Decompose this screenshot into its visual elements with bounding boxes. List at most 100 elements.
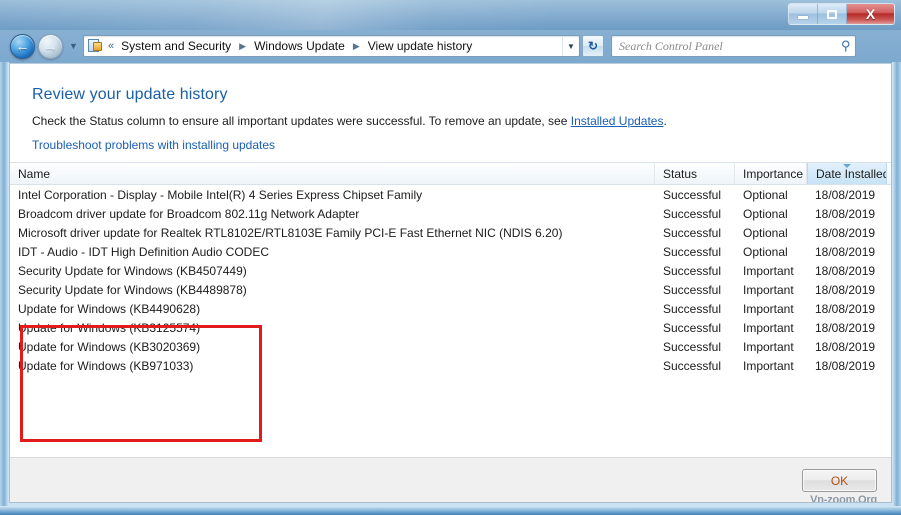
cell-status: Successful bbox=[663, 358, 722, 373]
breadcrumb-system-and-security[interactable]: System and Security bbox=[119, 36, 233, 56]
cell-date: 18/08/2019 bbox=[815, 225, 876, 240]
dialog-footer: OK Vn-zoom.Org bbox=[10, 457, 891, 502]
cell-status: Successful bbox=[663, 187, 722, 202]
page-description-text: Check the Status column to ensure all im… bbox=[32, 114, 571, 128]
breadcrumb-overflow-icon[interactable]: « bbox=[108, 40, 114, 52]
search-icon: ⚲ bbox=[841, 38, 851, 53]
page-header: Review your update history Check the Sta… bbox=[10, 64, 891, 154]
column-header-name-label: Name bbox=[18, 166, 51, 181]
refresh-button[interactable]: ↻ bbox=[582, 35, 604, 57]
close-button[interactable]: X bbox=[847, 4, 894, 24]
client-area: Review your update history Check the Sta… bbox=[9, 63, 892, 503]
table-row[interactable]: Security Update for Windows (KB4489878) S… bbox=[10, 280, 891, 299]
breadcrumb-windows-update[interactable]: Windows Update bbox=[252, 36, 347, 56]
list-rows: Intel Corporation - Display - Mobile Int… bbox=[10, 185, 891, 375]
cell-date: 18/08/2019 bbox=[815, 187, 876, 202]
cell-name: Broadcom driver update for Broadcom 802.… bbox=[18, 206, 360, 221]
cell-name: Microsoft driver update for Realtek RTL8… bbox=[18, 225, 563, 240]
cell-status: Successful bbox=[663, 339, 722, 354]
cell-name: Security Update for Windows (KB4489878) bbox=[18, 282, 247, 297]
cell-name: Security Update for Windows (KB4507449) bbox=[18, 263, 247, 278]
column-header-importance-label: Importance bbox=[743, 166, 804, 181]
table-row[interactable]: Security Update for Windows (KB4507449) S… bbox=[10, 261, 891, 280]
cell-status: Successful bbox=[663, 282, 722, 297]
recent-pages-button[interactable]: ▼ bbox=[68, 36, 79, 56]
table-row[interactable]: Update for Windows (KB4490628) Successful… bbox=[10, 299, 891, 318]
chevron-down-icon: ▼ bbox=[69, 41, 78, 51]
cell-importance: Important bbox=[743, 282, 794, 297]
watermark: Vn-zoom.Org bbox=[810, 494, 877, 503]
cell-status: Successful bbox=[663, 244, 722, 259]
cell-date: 18/08/2019 bbox=[815, 244, 876, 259]
cell-importance: Optional bbox=[743, 206, 788, 221]
control-panel-icon bbox=[87, 38, 105, 54]
minimize-button[interactable] bbox=[789, 4, 818, 24]
cell-name: Intel Corporation - Display - Mobile Int… bbox=[18, 187, 423, 202]
update-history-window: X ← → ▼ « System and Security ▶ Windows … bbox=[0, 0, 901, 515]
cell-date: 18/08/2019 bbox=[815, 358, 876, 373]
table-row[interactable]: Microsoft driver update for Realtek RTL8… bbox=[10, 223, 891, 242]
table-row[interactable]: IDT - Audio - IDT High Definition Audio … bbox=[10, 242, 891, 261]
column-header-date-installed[interactable]: Date Installed bbox=[807, 163, 887, 184]
table-row[interactable]: Update for Windows (KB971033) Successful I… bbox=[10, 356, 891, 375]
address-dropdown-button[interactable]: ▼ bbox=[562, 36, 579, 56]
back-button[interactable]: ← bbox=[10, 33, 35, 59]
cell-status: Successful bbox=[663, 206, 722, 221]
cell-importance: Important bbox=[743, 301, 794, 316]
ok-button[interactable]: OK bbox=[802, 469, 877, 492]
table-row[interactable]: Update for Windows (KB3020369) Successful… bbox=[10, 337, 891, 356]
cell-importance: Important bbox=[743, 320, 794, 335]
cell-importance: Important bbox=[743, 263, 794, 278]
cell-name: Update for Windows (KB3125574) bbox=[18, 320, 201, 335]
back-arrow-icon: ← bbox=[15, 38, 30, 54]
cell-status: Successful bbox=[663, 225, 722, 240]
cell-importance: Optional bbox=[743, 244, 788, 259]
window-right-border bbox=[892, 62, 901, 509]
column-header-status[interactable]: Status bbox=[655, 163, 735, 184]
cell-date: 18/08/2019 bbox=[815, 206, 876, 221]
update-history-list: Name Status Importance Date Installed In… bbox=[10, 162, 891, 457]
cell-date: 18/08/2019 bbox=[815, 263, 876, 278]
cell-status: Successful bbox=[663, 320, 722, 335]
maximize-icon bbox=[827, 9, 837, 19]
breadcrumb-separator-icon-2[interactable]: ▶ bbox=[353, 37, 360, 55]
table-row[interactable]: Update for Windows (KB3125574) Successful… bbox=[10, 318, 891, 337]
cell-status: Successful bbox=[663, 263, 722, 278]
column-header-name[interactable]: Name bbox=[10, 163, 655, 184]
page-title: Review your update history bbox=[32, 86, 228, 103]
page-description: Check the Status column to ensure all im… bbox=[32, 114, 891, 128]
forward-button[interactable]: → bbox=[38, 33, 63, 59]
cell-date: 18/08/2019 bbox=[815, 320, 876, 335]
window-left-border bbox=[0, 62, 9, 509]
cell-date: 18/08/2019 bbox=[815, 301, 876, 316]
cell-importance: Optional bbox=[743, 187, 788, 202]
navigation-bar: ← → ▼ « System and Security ▶ Windows Up… bbox=[0, 30, 901, 62]
cell-name: IDT - Audio - IDT High Definition Audio … bbox=[18, 244, 269, 259]
column-header-status-label: Status bbox=[663, 166, 698, 181]
cell-name: Update for Windows (KB3020369) bbox=[18, 339, 201, 354]
installed-updates-link[interactable]: Installed Updates bbox=[571, 114, 664, 128]
list-column-headers: Name Status Importance Date Installed bbox=[10, 162, 891, 185]
search-input[interactable]: Search Control Panel bbox=[619, 39, 841, 54]
cell-name: Update for Windows (KB971033) bbox=[18, 358, 194, 373]
page-description-period: . bbox=[663, 114, 667, 128]
column-header-importance[interactable]: Importance bbox=[735, 163, 807, 184]
table-row[interactable]: Broadcom driver update for Broadcom 802.… bbox=[10, 204, 891, 223]
titlebar-glass bbox=[0, 0, 901, 30]
cell-date: 18/08/2019 bbox=[815, 339, 876, 354]
table-row[interactable]: Intel Corporation - Display - Mobile Int… bbox=[10, 185, 891, 204]
forward-arrow-icon: → bbox=[43, 38, 58, 54]
cell-status: Successful bbox=[663, 301, 722, 316]
cell-date: 18/08/2019 bbox=[815, 282, 876, 297]
cell-importance: Important bbox=[743, 358, 794, 373]
address-bar[interactable]: « System and Security ▶ Windows Update ▶… bbox=[83, 35, 580, 57]
breadcrumb-view-update-history[interactable]: View update history bbox=[366, 36, 475, 56]
cell-importance: Important bbox=[743, 339, 794, 354]
search-box[interactable]: Search Control Panel ⚲ bbox=[611, 35, 856, 57]
chevron-down-icon-address: ▼ bbox=[567, 41, 575, 51]
sort-ascending-icon bbox=[843, 164, 851, 168]
breadcrumb-separator-icon[interactable]: ▶ bbox=[239, 37, 246, 55]
troubleshoot-link[interactable]: Troubleshoot problems with installing up… bbox=[32, 138, 275, 152]
minimize-icon bbox=[798, 15, 808, 19]
maximize-button[interactable] bbox=[818, 4, 847, 24]
